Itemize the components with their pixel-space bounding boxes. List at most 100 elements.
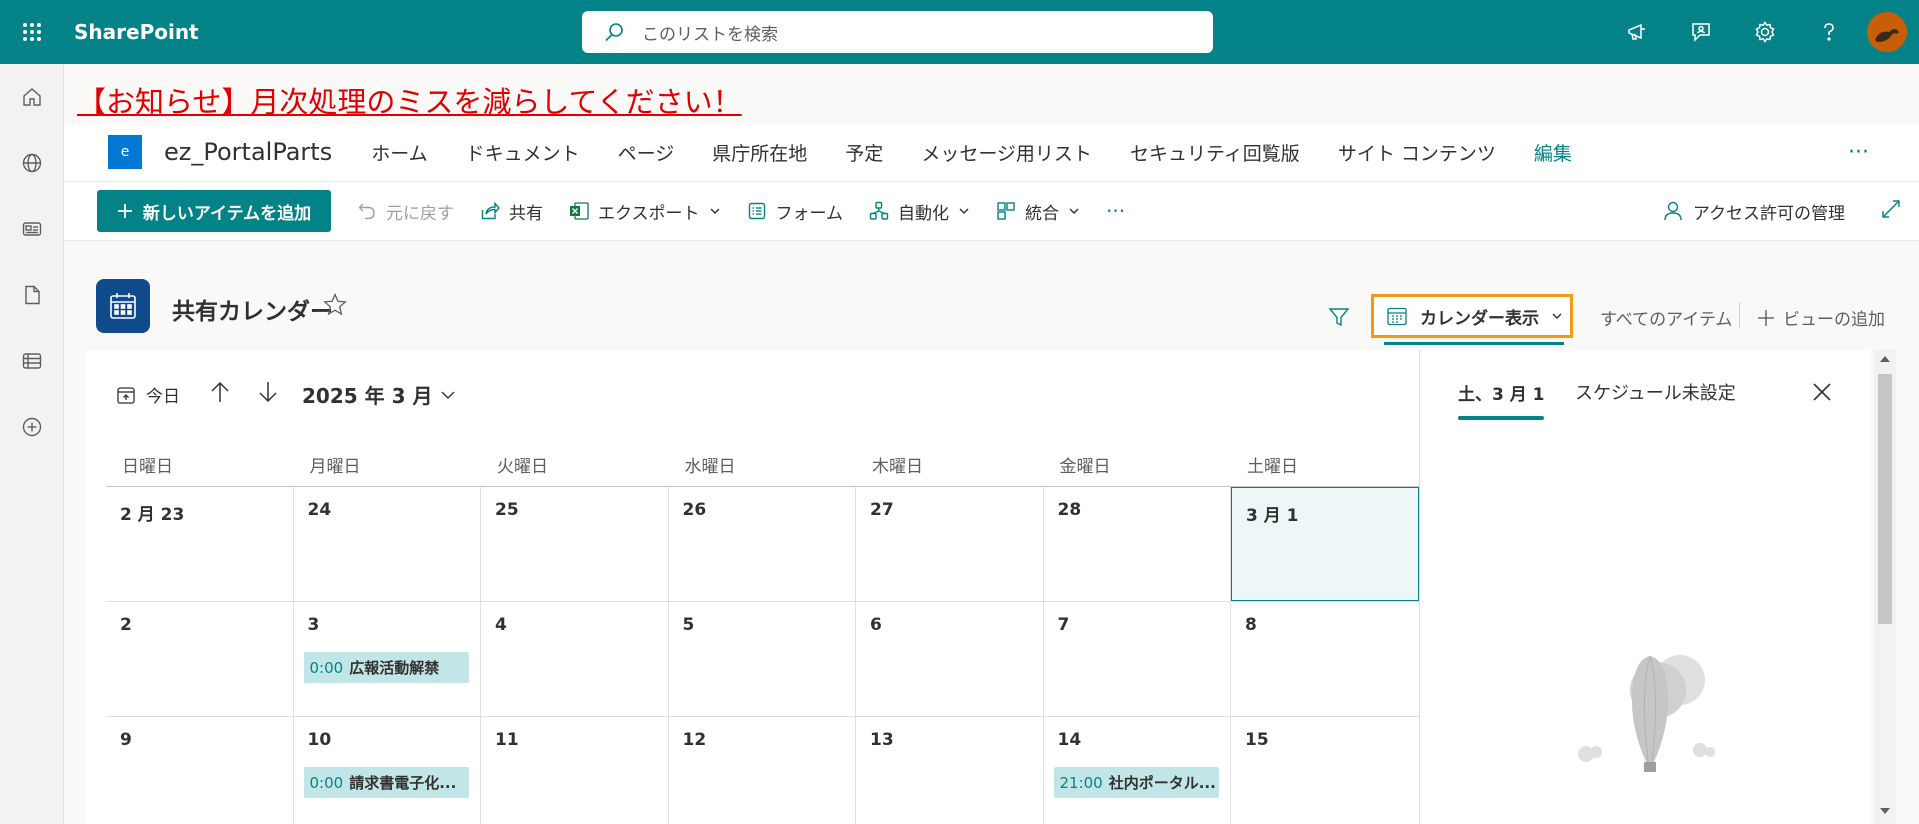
calendar-day-cell[interactable]: 12 [669, 717, 856, 824]
suite-bar: SharePoint このリストを検索 [0, 0, 1919, 64]
calendar-view: 今日 2025 年 3 月 日曜日 月曜日 火曜日 水曜日 木曜日 金曜日 土曜… [86, 350, 1419, 824]
all-items-view-tab[interactable]: すべてのアイテム [1600, 305, 1732, 330]
calendar-day-cell[interactable]: 10 0:00 請求書電子化... [294, 717, 481, 824]
calendar-day-cell[interactable]: 2 月 23 [106, 487, 294, 601]
user-avatar[interactable] [1867, 12, 1907, 52]
view-selector-button[interactable]: カレンダー表示 [1371, 294, 1573, 338]
chevron-down-icon [1069, 208, 1079, 214]
expand-icon[interactable] [1881, 199, 1901, 223]
search-input[interactable]: このリストを検索 [642, 20, 778, 45]
calendar-event[interactable]: 21:00 社内ポータル... [1053, 767, 1219, 798]
app-launcher-icon[interactable] [0, 0, 64, 64]
search-box[interactable]: このリストを検索 [582, 11, 1213, 53]
nav-item-schedule[interactable]: 予定 [845, 139, 883, 166]
calendar-day-cell[interactable]: 7 [1044, 602, 1231, 716]
today-button[interactable]: 今日 [116, 382, 180, 407]
megaphone-icon[interactable] [1605, 0, 1669, 64]
calendar-day-cell[interactable]: 9 [106, 717, 294, 824]
suite-icons [1605, 0, 1907, 64]
arrow-down-icon [259, 382, 277, 403]
lists-icon[interactable] [0, 328, 64, 394]
calendar-day-cell[interactable]: 28 [1044, 487, 1231, 601]
calendar-day-cell[interactable]: 4 [481, 602, 669, 716]
more-commands-label: ··· [1106, 199, 1126, 223]
files-icon[interactable] [0, 262, 64, 328]
calendar-event[interactable]: 0:00 請求書電子化... [303, 767, 469, 798]
share-button[interactable]: 共有 [480, 199, 543, 224]
add-view-button[interactable]: ビューの追加 [1757, 305, 1885, 330]
day-number: 11 [495, 730, 519, 750]
export-button[interactable]: エクスポート [569, 199, 721, 224]
calendar-day-cell[interactable]: 24 [294, 487, 481, 601]
forms-button[interactable]: フォーム [747, 199, 843, 224]
event-time: 0:00 [309, 658, 344, 677]
close-icon[interactable] [1812, 382, 1832, 406]
automate-button[interactable]: 自動化 [869, 199, 970, 224]
calendar-day-cell[interactable]: 27 [856, 487, 1044, 601]
calendar-day-cell[interactable]: 25 [481, 487, 669, 601]
day-number: 13 [870, 730, 894, 750]
integrate-icon [997, 202, 1015, 220]
calendar-day-cell[interactable]: 26 [669, 487, 856, 601]
calendar-event[interactable]: 0:00 広報活動解禁 [303, 652, 469, 683]
calendar-week-row: 9 10 0:00 請求書電子化... 11 12 13 14 21:00 社内ポータル... 15 [106, 717, 1419, 824]
next-month-button[interactable] [258, 381, 278, 408]
new-item-button[interactable]: 新しいアイテムを追加 [97, 190, 331, 232]
integrate-button[interactable]: 統合 [996, 199, 1080, 224]
calendar-day-cell[interactable]: 13 [856, 717, 1044, 824]
site-title[interactable]: ez_PortalParts [164, 138, 332, 166]
undo-button[interactable]: 元に戻す [357, 199, 454, 224]
calendar-day-cell[interactable]: 5 [669, 602, 856, 716]
today-label: 今日 [146, 387, 180, 407]
calendar-day-cell[interactable]: 2 [106, 602, 294, 716]
announcement-link[interactable]: 【お知らせ】月次処理のミスを減らしてください！ [77, 79, 742, 121]
site-more-button[interactable]: ··· [1848, 140, 1869, 165]
list-title[interactable]: 共有カレンダー [172, 292, 333, 326]
scroll-up-arrow-icon[interactable] [1879, 354, 1891, 364]
previous-month-button[interactable] [210, 381, 230, 408]
nav-item-message-list[interactable]: メッセージ用リスト [921, 139, 1092, 166]
site-logo[interactable]: e [108, 135, 142, 169]
month-selector[interactable]: 2025 年 3 月 [302, 380, 456, 409]
selected-date-tab[interactable]: 土、3 月 1 [1458, 380, 1545, 405]
view-name: カレンダー表示 [1420, 308, 1539, 329]
calendar-day-cell[interactable]: 3 0:00 広報活動解禁 [294, 602, 481, 716]
integrate-label: 統合 [1025, 203, 1059, 224]
nav-item-security-circular[interactable]: セキュリティ回覧版 [1130, 139, 1300, 166]
day-number: 9 [120, 730, 132, 750]
day-number: 8 [1245, 615, 1257, 635]
left-app-bar [0, 64, 64, 824]
nav-item-documents[interactable]: ドキュメント [466, 139, 580, 166]
help-icon[interactable] [1797, 0, 1861, 64]
event-time: 21:00 [1059, 773, 1103, 792]
news-icon[interactable] [0, 196, 64, 262]
chevron-down-icon [441, 391, 455, 399]
scroll-down-arrow-icon[interactable] [1879, 806, 1891, 816]
filter-icon[interactable] [1328, 306, 1350, 332]
more-commands-button[interactable]: ··· [1106, 199, 1125, 223]
home-icon[interactable] [0, 64, 64, 130]
automate-label: 自動化 [898, 203, 949, 224]
settings-gear-icon[interactable] [1733, 0, 1797, 64]
scrollbar-thumb[interactable] [1878, 374, 1892, 624]
app-name[interactable]: SharePoint [74, 20, 199, 44]
sites-globe-icon[interactable] [0, 130, 64, 196]
nav-item-prefectural-capitals[interactable]: 県庁所在地 [712, 139, 807, 166]
calendar-day-cell[interactable]: 8 [1231, 602, 1419, 716]
create-add-icon[interactable] [0, 394, 64, 460]
feedback-icon[interactable] [1669, 0, 1733, 64]
favorite-star-icon[interactable] [322, 292, 348, 322]
calendar-day-cell[interactable]: 11 [481, 717, 669, 824]
calendar-day-cell[interactable]: 6 [856, 602, 1044, 716]
nav-item-site-contents[interactable]: サイト コンテンツ [1338, 139, 1496, 166]
vertical-scrollbar[interactable] [1874, 350, 1896, 824]
calendar-day-cell-selected[interactable]: 3 月 1 [1231, 487, 1419, 601]
manage-access-button[interactable]: アクセス許可の管理 [1662, 199, 1845, 224]
nav-item-home[interactable]: ホーム [371, 139, 427, 166]
nav-edit-link[interactable]: 編集 [1534, 139, 1572, 166]
site-navigation: ホーム ドキュメント ページ 県庁所在地 予定 メッセージ用リスト セキュリティ… [352, 139, 1591, 166]
nav-item-pages[interactable]: ページ [618, 139, 675, 166]
calendar-day-cell[interactable]: 15 [1231, 717, 1419, 824]
calendar-day-cell[interactable]: 14 21:00 社内ポータル... [1044, 717, 1231, 824]
new-item-label: 新しいアイテムを追加 [142, 203, 312, 224]
